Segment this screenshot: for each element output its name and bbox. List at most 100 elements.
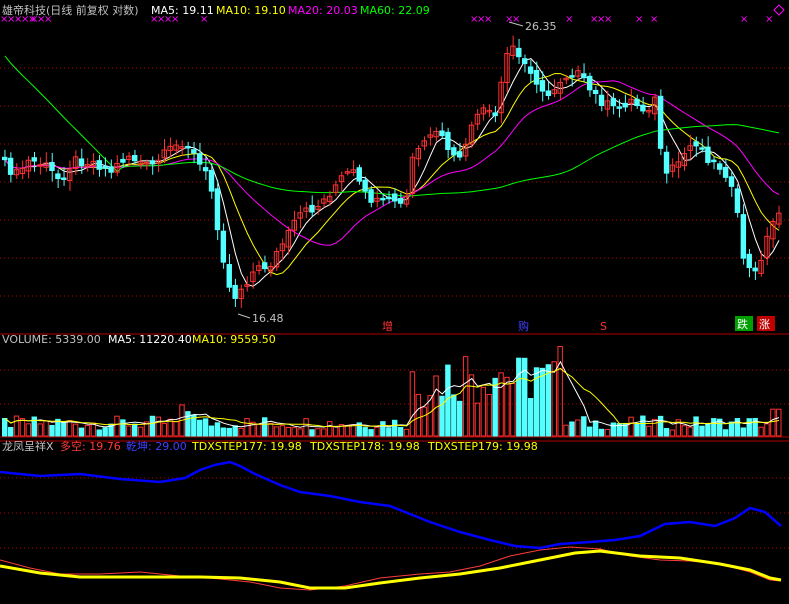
candle-body bbox=[752, 267, 758, 272]
volume-bar bbox=[728, 421, 735, 437]
stock-chart[interactable]: ×××××××× ×××× × ××× ×× × ××× × × × × 雄帝科技(日线 前复权 对… bbox=[0, 0, 789, 604]
candle-body bbox=[705, 146, 711, 163]
candle-body bbox=[711, 159, 717, 163]
low-price-label: 16.48 bbox=[252, 312, 284, 325]
main-title: 雄帝科技(日线 前复权 对数) bbox=[2, 3, 139, 17]
star-mark: × bbox=[604, 14, 612, 25]
volume-bar bbox=[746, 418, 752, 437]
volume-bar bbox=[545, 364, 552, 437]
candle-body bbox=[208, 169, 215, 192]
volume-ma10-label: MA10: 9559.50 bbox=[192, 333, 276, 346]
candle-body bbox=[445, 131, 451, 151]
star-mark: × bbox=[740, 14, 748, 25]
candle-body bbox=[439, 130, 445, 137]
volume-bar bbox=[96, 429, 102, 437]
volume-bar bbox=[309, 429, 315, 437]
volume-bar bbox=[368, 429, 374, 437]
star-mark: × bbox=[565, 14, 573, 25]
step178-label: TDXSTEP178: 19.98 bbox=[309, 440, 420, 453]
candle-body bbox=[397, 198, 404, 204]
candle-body bbox=[2, 156, 8, 161]
candle-body bbox=[640, 104, 646, 112]
volume-bar bbox=[527, 398, 534, 437]
candle-body bbox=[457, 151, 463, 158]
candle-body bbox=[197, 153, 203, 165]
candle-body bbox=[587, 75, 593, 91]
star-mark: × bbox=[765, 14, 773, 25]
indicator-name: 龙凤呈祥X bbox=[2, 439, 54, 453]
volume-bar bbox=[49, 424, 55, 437]
signal-zeng: 增 bbox=[382, 319, 393, 333]
candle-body bbox=[569, 75, 575, 78]
candle-body bbox=[55, 173, 61, 180]
candle-body bbox=[149, 160, 156, 165]
candle-body bbox=[657, 95, 664, 149]
candle-body bbox=[392, 193, 398, 202]
candle-body bbox=[108, 166, 114, 173]
signal-s: S bbox=[600, 320, 607, 333]
volume-bar bbox=[581, 416, 587, 437]
candle-body bbox=[386, 196, 392, 200]
star-mark: × bbox=[484, 14, 492, 25]
candle-body bbox=[616, 106, 622, 109]
candle-body bbox=[746, 253, 752, 269]
volume-bar bbox=[149, 415, 156, 437]
ma5-label: MA5: 19.11 bbox=[151, 4, 214, 17]
volume-bar bbox=[640, 415, 646, 437]
candle-body bbox=[202, 167, 209, 172]
volume-bar bbox=[120, 419, 126, 437]
candle-body bbox=[214, 188, 221, 231]
volume-bar bbox=[663, 428, 670, 437]
volume-bar bbox=[516, 357, 522, 437]
volume-bar bbox=[392, 419, 398, 437]
candle-body bbox=[185, 145, 191, 149]
volume-bar bbox=[457, 400, 463, 437]
volume-bar bbox=[705, 423, 711, 437]
ma20-label: MA20: 20.03 bbox=[288, 4, 358, 17]
volume-bar bbox=[2, 418, 8, 437]
candle-body bbox=[663, 151, 670, 174]
candle-body bbox=[740, 214, 747, 259]
candle-body bbox=[96, 160, 102, 170]
candle-body bbox=[262, 262, 268, 270]
volume-bar bbox=[132, 423, 138, 437]
candle-body bbox=[120, 158, 126, 163]
candle-body bbox=[492, 112, 498, 117]
volume-bar bbox=[386, 427, 392, 437]
ma10-label: MA10: 19.10 bbox=[216, 4, 286, 17]
volume-label: VOLUME: 5339.00 bbox=[2, 333, 101, 346]
candle-body bbox=[451, 147, 457, 156]
candle-body bbox=[598, 94, 605, 107]
volume-bar bbox=[740, 427, 747, 437]
volume-bar bbox=[202, 418, 209, 437]
star-mark: × bbox=[650, 14, 658, 25]
volume-bar bbox=[362, 427, 368, 437]
volume-bar bbox=[61, 421, 67, 437]
volume-bar bbox=[439, 395, 445, 437]
candle-body bbox=[362, 179, 368, 192]
volume-bar bbox=[226, 427, 232, 437]
volume-bar bbox=[397, 426, 404, 437]
candle-body bbox=[734, 188, 741, 213]
volume-bar bbox=[598, 428, 605, 437]
candle-body bbox=[191, 149, 197, 154]
candle-body bbox=[516, 47, 522, 58]
candle-body bbox=[527, 66, 534, 74]
candle-body bbox=[522, 58, 528, 65]
star-mark: × bbox=[635, 14, 643, 25]
step177-label: TDXSTEP177: 19.98 bbox=[191, 440, 302, 453]
candle-body bbox=[309, 204, 315, 213]
volume-bar bbox=[657, 415, 664, 437]
duokong-label: 多空: 19.76 bbox=[60, 439, 121, 453]
signal-die: 跌 bbox=[737, 317, 748, 331]
volume-bar bbox=[634, 423, 640, 437]
candle-body bbox=[722, 166, 729, 178]
candle-body bbox=[232, 284, 238, 299]
volume-bar bbox=[220, 427, 227, 437]
volume-bar bbox=[197, 419, 203, 437]
candle-body bbox=[634, 98, 640, 107]
high-price-label: 26.35 bbox=[525, 20, 557, 33]
volume-bar bbox=[539, 367, 546, 437]
candle-body bbox=[592, 89, 599, 95]
volume-bar bbox=[592, 420, 599, 437]
